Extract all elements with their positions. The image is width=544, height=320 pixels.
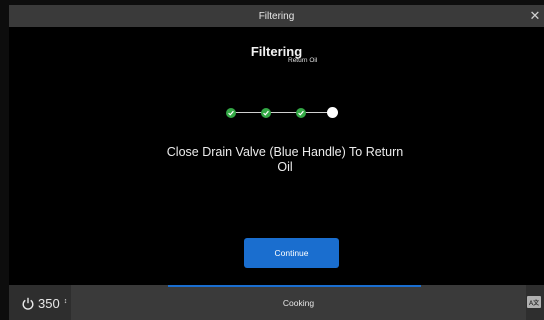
mode-label: Cooking [282,297,315,308]
page-title: Filtering [250,44,303,59]
title-bar: Filtering ✕ [9,5,544,27]
language-icon[interactable]: A文 [527,296,541,308]
continue-button[interactable]: Continue [244,238,339,268]
power-unit: ↕ [63,297,68,305]
checkmark-icon [263,110,269,116]
progress-accent-bar [168,285,421,287]
power-icon [22,297,34,310]
power-value: 350 [38,295,60,311]
step-progress [224,105,344,121]
current-step-label: Return Oil [288,57,318,64]
power-button[interactable]: 350 ↕ [22,294,67,312]
step-3-complete [296,108,306,118]
checkmark-icon [228,110,234,116]
window-title: Filtering [258,10,295,22]
bottom-bar: 350 ↕ Cooking A文 [9,285,544,320]
instruction-text: Close Drain Valve (Blue Handle) To Retur… [166,145,404,174]
checkmark-icon [298,110,304,116]
step-4-current [327,107,338,118]
step-2-complete [261,108,271,118]
step-1-complete [226,108,236,118]
step-connector-line [232,112,336,113]
cooking-mode-button[interactable]: Cooking [71,285,526,320]
close-icon[interactable]: ✕ [528,8,542,24]
filtering-panel: Filtering Close Drain Valve (Blue Handle… [9,27,544,285]
